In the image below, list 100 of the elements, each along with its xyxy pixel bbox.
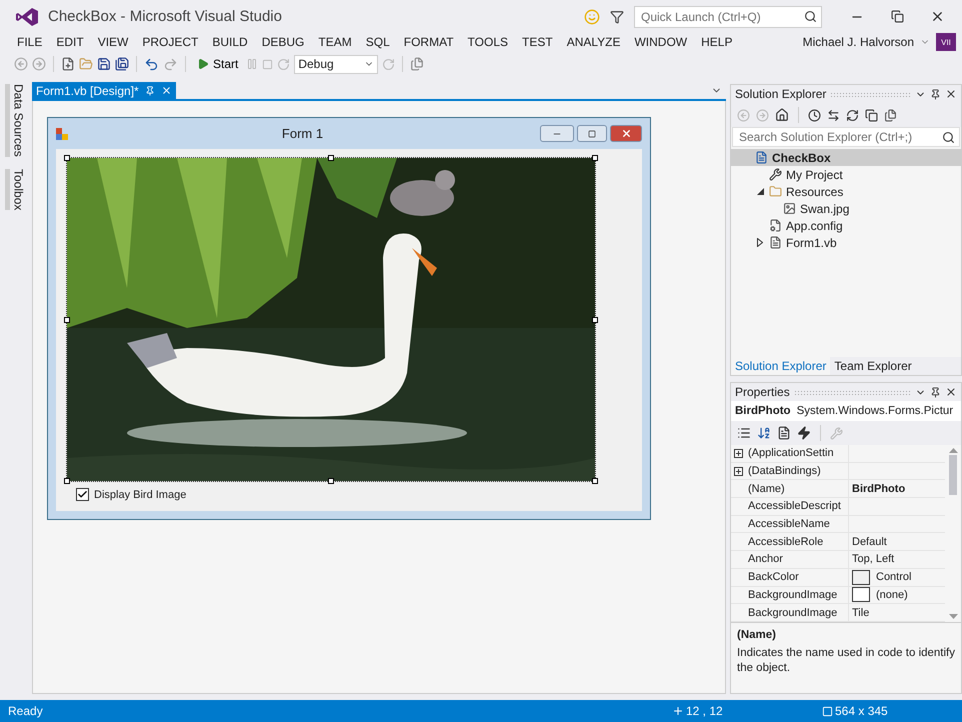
resize-handle[interactable] bbox=[328, 155, 334, 161]
new-file-icon bbox=[61, 57, 75, 71]
property-value[interactable]: Default bbox=[849, 533, 945, 550]
tree-item[interactable]: CheckBox bbox=[731, 149, 961, 166]
configuration-dropdown[interactable]: Debug bbox=[294, 54, 378, 74]
close-icon bbox=[160, 85, 172, 96]
search-icon bbox=[942, 130, 955, 144]
collapsed-icon[interactable] bbox=[757, 238, 763, 247]
quick-launch-field[interactable]: Quick Launch (Ctrl+Q) bbox=[634, 6, 822, 28]
expand-icon[interactable] bbox=[734, 448, 742, 458]
menu-item[interactable]: TOOLS bbox=[460, 35, 516, 49]
resize-handle[interactable] bbox=[592, 155, 598, 161]
tree-item[interactable]: My Project bbox=[731, 166, 961, 183]
config-file-icon bbox=[769, 219, 782, 232]
restore-icon[interactable] bbox=[890, 10, 904, 23]
resize-handle[interactable] bbox=[64, 478, 70, 484]
maximize-button[interactable] bbox=[577, 125, 607, 142]
menu-item[interactable]: VIEW bbox=[90, 35, 136, 49]
minimize-button[interactable] bbox=[540, 125, 574, 142]
stop-icon bbox=[262, 58, 274, 70]
logo-icon bbox=[16, 8, 38, 26]
property-name[interactable]: BackgroundImage bbox=[745, 604, 849, 621]
menu-item[interactable]: FORMAT bbox=[396, 35, 461, 49]
menu-item[interactable]: DEBUG bbox=[254, 35, 312, 49]
property-name[interactable]: BackColor bbox=[745, 568, 849, 586]
form-icon bbox=[769, 236, 782, 249]
menu-item[interactable]: ANALYZE bbox=[560, 35, 628, 49]
form-title: Form 1 bbox=[280, 126, 324, 141]
forward-icon bbox=[32, 57, 46, 71]
position-icon bbox=[672, 705, 684, 717]
menu-item[interactable]: WINDOW bbox=[627, 35, 694, 49]
expanded-icon[interactable] bbox=[756, 188, 764, 195]
scroll-up-icon[interactable] bbox=[948, 448, 958, 453]
tree-item[interactable]: App.config bbox=[731, 217, 961, 234]
undo-icon bbox=[144, 56, 159, 72]
folder-icon bbox=[769, 185, 782, 198]
pause-icon bbox=[246, 58, 258, 70]
search-field[interactable]: Search Solution Explorer (Ctrl+;) bbox=[737, 129, 942, 145]
user-name[interactable]: Michael J. Halvorson bbox=[802, 35, 914, 49]
categorized-icon bbox=[737, 426, 751, 440]
resize-handle[interactable] bbox=[592, 316, 598, 322]
menu-item[interactable]: BUILD bbox=[205, 35, 255, 49]
menu-item[interactable]: SQL bbox=[358, 35, 397, 49]
property-name[interactable]: BackgroundImage bbox=[745, 586, 849, 604]
property-value[interactable]: Control bbox=[876, 571, 912, 584]
close-button[interactable] bbox=[610, 125, 642, 142]
property-name[interactable]: AccessibleDescript bbox=[745, 498, 849, 515]
object-selector[interactable]: BirdPhoto System.Windows.Forms.Pictur bbox=[731, 401, 961, 421]
resize-handle[interactable] bbox=[64, 316, 70, 322]
property-name[interactable]: AccessibleName bbox=[745, 516, 849, 532]
menu-item[interactable]: FILE bbox=[10, 35, 50, 49]
property-value[interactable]: BirdPhoto bbox=[849, 480, 945, 498]
description-title: (Name) bbox=[737, 628, 777, 641]
panel-title: Properties bbox=[735, 385, 790, 399]
tree-item[interactable]: Swan.jpg bbox=[731, 200, 961, 217]
panel-tab[interactable]: Solution Explorer bbox=[731, 357, 830, 375]
display-image-checkbox[interactable]: Display Bird Image bbox=[76, 488, 632, 501]
resize-handle[interactable] bbox=[64, 155, 70, 161]
property-value[interactable]: (none) bbox=[876, 588, 908, 601]
resize-handle[interactable] bbox=[328, 478, 334, 484]
menu-item[interactable]: TEST bbox=[515, 35, 560, 49]
property-name[interactable]: (Name) bbox=[745, 480, 849, 498]
search-field[interactable]: Search Solution Explorer (Ctrl+;) bbox=[732, 127, 960, 147]
side-tab[interactable]: Data Sources bbox=[4, 84, 28, 157]
size-text: 564 x 345 bbox=[835, 704, 888, 718]
forward-icon bbox=[756, 108, 769, 122]
quick-launch-field[interactable]: Quick Launch (Ctrl+Q) bbox=[639, 8, 804, 24]
start-button[interactable]: Start bbox=[193, 57, 242, 71]
panel-tab[interactable]: Team Explorer bbox=[830, 357, 916, 375]
property-name[interactable]: (ApplicationSettin bbox=[745, 445, 849, 462]
property-name[interactable]: AccessibleRole bbox=[745, 533, 849, 550]
form-icon bbox=[56, 128, 68, 140]
menu-item[interactable]: EDIT bbox=[49, 35, 91, 49]
scroll-down-icon[interactable] bbox=[948, 614, 958, 619]
expand-icon[interactable] bbox=[734, 466, 742, 476]
menu-item[interactable]: TEAM bbox=[311, 35, 359, 49]
pin-icon bbox=[930, 88, 941, 100]
tree-item[interactable]: Resources bbox=[731, 183, 961, 200]
sort-az-icon bbox=[757, 426, 771, 440]
status-text: Ready bbox=[8, 704, 44, 718]
files-icon bbox=[884, 108, 897, 122]
property-name[interactable]: Anchor bbox=[745, 551, 849, 568]
image-icon bbox=[783, 202, 796, 215]
checkbox[interactable] bbox=[76, 488, 89, 501]
home-icon bbox=[775, 108, 789, 122]
restart-icon bbox=[277, 58, 290, 70]
document-tab[interactable]: Form1.vb [Design]* bbox=[32, 82, 176, 99]
property-value[interactable]: Top, Left bbox=[849, 551, 945, 568]
property-value[interactable]: Tile bbox=[849, 604, 945, 621]
close-icon bbox=[620, 128, 632, 139]
close-icon bbox=[945, 88, 957, 100]
sync-icon bbox=[827, 108, 840, 122]
menu-item[interactable]: HELP bbox=[694, 35, 740, 49]
tree-item[interactable]: Form1.vb bbox=[731, 234, 961, 251]
scrollbar-thumb[interactable] bbox=[949, 455, 957, 495]
user-badge[interactable]: VII bbox=[936, 33, 956, 51]
resize-handle[interactable] bbox=[592, 478, 598, 484]
position-text: 12 , 12 bbox=[686, 704, 723, 718]
menu-item[interactable]: PROJECT bbox=[135, 35, 206, 49]
property-name[interactable]: (DataBindings) bbox=[745, 462, 849, 480]
